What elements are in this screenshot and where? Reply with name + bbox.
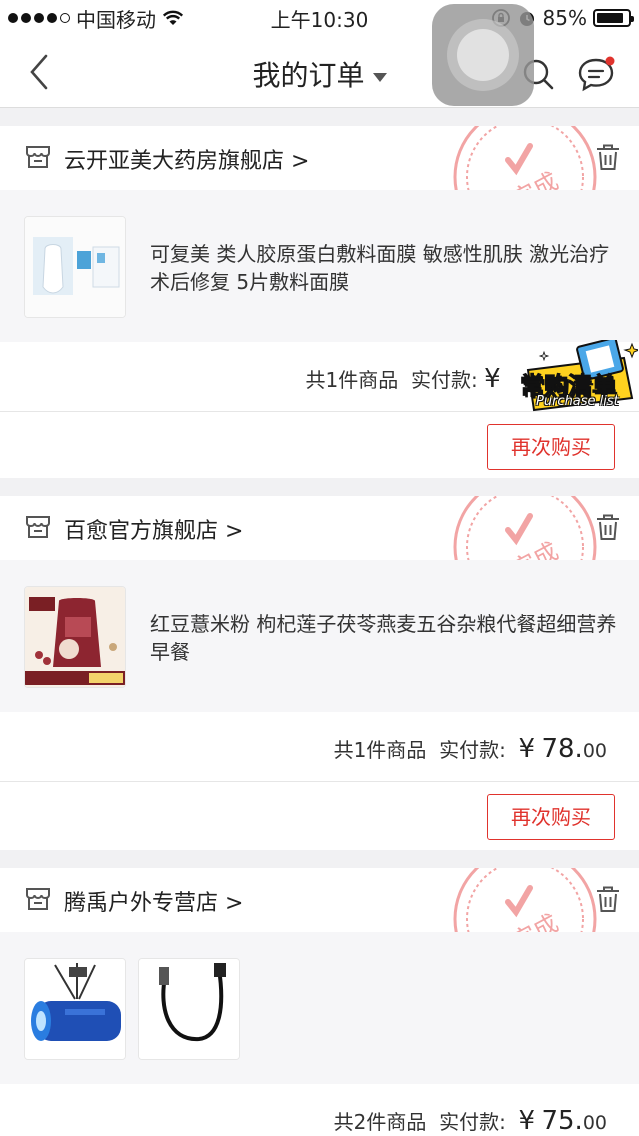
price-value: 75.	[541, 1106, 583, 1136]
status-bar: 中国移动 上午10:30 85%	[0, 0, 639, 36]
shop-icon	[26, 888, 50, 910]
order-actions: 再次购买	[0, 782, 639, 850]
page-title-text: 我的订单	[252, 59, 365, 92]
order-card: 云开亚美大药房旗舰店 > 已完成 可复美 类人胶原蛋白敷料面膜 敏感性肌肤 激光…	[0, 126, 639, 478]
item-count: 共1件商品	[333, 738, 427, 762]
nav-bar: 我的订单	[0, 36, 639, 108]
badge-subtitle: Purchase list	[536, 394, 619, 409]
product-row[interactable]: 红豆薏米粉 枸杞莲子茯苓燕麦五谷杂粮代餐超细营养早餐	[0, 560, 639, 712]
order-actions: 再次购买	[0, 412, 639, 478]
summary-text: 共1件商品 实付款: ¥ 78.00	[334, 734, 607, 764]
paid-label: 实付款:	[410, 368, 478, 392]
item-count: 共1件商品	[305, 368, 399, 392]
order-card: 腾禹户外专营店 > 已完成	[0, 868, 639, 1136]
battery-percent: 85%	[542, 6, 587, 30]
product-title[interactable]: 可复美 类人胶原蛋白敷料面膜 敏感性肌肤 激光治疗术后修复 5片敷料面膜	[150, 240, 620, 296]
rebuy-button[interactable]: 再次购买	[487, 794, 615, 840]
price-symbol: ¥	[518, 1106, 536, 1136]
signal-icon	[8, 13, 70, 23]
price-cents: 00	[582, 740, 607, 762]
trash-icon[interactable]	[594, 512, 622, 542]
carrier-label: 中国移动	[76, 7, 156, 32]
product-row[interactable]	[0, 932, 639, 1084]
trash-icon[interactable]	[594, 884, 622, 914]
status-left: 中国移动	[8, 4, 184, 33]
product-row[interactable]: 可复美 类人胶原蛋白敷料面膜 敏感性肌肤 激光治疗术后修复 5片敷料面膜	[0, 190, 639, 342]
item-count: 共2件商品	[333, 1110, 427, 1134]
price-symbol: ¥	[484, 364, 501, 394]
order-summary: 共1件商品 实付款: ¥ 78.00	[0, 712, 639, 782]
wifi-icon	[162, 10, 184, 25]
product-thumbnail[interactable]	[24, 586, 126, 688]
shop-name[interactable]: 腾禹户外专营店 >	[64, 885, 243, 917]
order-summary: 共2件商品 实付款: ¥ 75.00	[0, 1084, 639, 1136]
shop-icon	[26, 516, 50, 538]
price-symbol: ¥	[518, 734, 536, 764]
product-title[interactable]: 红豆薏米粉 枸杞莲子茯苓燕麦五谷杂粮代餐超细营养早餐	[150, 610, 620, 666]
caret-down-icon	[372, 72, 387, 82]
price-cents: 00	[582, 1112, 607, 1134]
price-value: 78.	[541, 734, 583, 764]
shop-name[interactable]: 百愈官方旗舰店 >	[64, 513, 243, 545]
chat-icon[interactable]	[574, 52, 618, 96]
shop-icon	[26, 146, 50, 168]
order-card: 百愈官方旗舰店 > 已完成 红豆薏米粉 枸杞莲子茯苓燕麦五谷杂粮代餐超细营养早餐	[0, 496, 639, 850]
battery-icon	[593, 9, 634, 27]
trash-icon[interactable]	[594, 142, 622, 172]
shop-name[interactable]: 云开亚美大药房旗舰店 >	[64, 143, 309, 175]
rebuy-button[interactable]: 再次购买	[487, 424, 615, 470]
product-thumbnail[interactable]	[138, 958, 240, 1060]
summary-text: 共2件商品 实付款: ¥ 75.00	[334, 1106, 607, 1136]
paid-label: 实付款:	[439, 1110, 506, 1134]
product-thumbnail[interactable]	[24, 216, 126, 318]
product-thumbnail[interactable]	[24, 958, 126, 1060]
paid-label: 实付款:	[439, 738, 506, 762]
purchase-list-badge[interactable]: 常购清单 Purchase list	[514, 340, 638, 414]
assistive-touch-button[interactable]	[432, 4, 534, 106]
